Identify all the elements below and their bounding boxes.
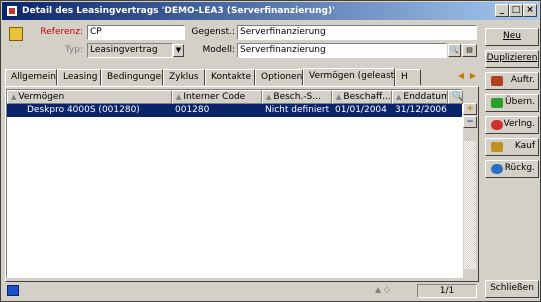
search-icon[interactable]: 🔍 bbox=[448, 44, 461, 57]
tab-scroll-right-icon[interactable]: ▶ bbox=[467, 70, 479, 83]
tab-bedingungen[interactable]: Bedingungen bbox=[101, 69, 163, 85]
duplicate-button[interactable]: Duplizieren bbox=[485, 50, 539, 68]
window-app-icon bbox=[6, 5, 18, 17]
col-vermoegen[interactable]: ▲ Vermögen bbox=[7, 90, 172, 104]
tab-vermoegen-geleast[interactable]: Vermögen (geleast) bbox=[303, 68, 395, 86]
lease-detail-window: Detail des Leasingvertrags 'DEMO-LEA3 (S… bbox=[0, 0, 541, 302]
add-row-button[interactable]: + bbox=[463, 103, 477, 115]
cell-beschaffung: 01/01/2004 bbox=[335, 105, 387, 115]
close-button[interactable]: × bbox=[523, 4, 537, 17]
tab-scroll-arrows: ◀ ▶ bbox=[455, 70, 479, 83]
tab-bar: Allgemein Leasing Bedingungen Zyklus Kon… bbox=[5, 68, 479, 86]
tab-leasing[interactable]: Leasing bbox=[57, 69, 101, 85]
assets-table: ▲ Vermögen ▲ Interner Code ▲ Besch.-S... ▲ B… bbox=[6, 89, 463, 278]
order-icon bbox=[491, 76, 503, 86]
navigation-arrows-icon[interactable]: ▲ ◇ bbox=[375, 285, 390, 294]
header-form: Referenz: CP Typ: Leasingvertrag ▼ Gegen… bbox=[5, 23, 479, 63]
cell-vermoegen: Deskpro 4000S (001280) bbox=[27, 105, 140, 115]
title-bar[interactable]: Detail des Leasingvertrags 'DEMO-LEA3 (S… bbox=[2, 2, 539, 20]
table-scrollbar[interactable] bbox=[464, 141, 476, 269]
col-besch-status[interactable]: ▲ Besch.-S... bbox=[262, 90, 332, 104]
status-bar: ▲ ◇ 1/1 bbox=[5, 283, 479, 299]
table-side-toolbar: + − bbox=[463, 89, 478, 278]
key-icon bbox=[9, 27, 23, 41]
record-pager: 1/1 bbox=[417, 284, 477, 298]
extend-button[interactable]: Verlng. bbox=[485, 116, 539, 134]
modell-field[interactable]: Serverfinanzierung bbox=[237, 43, 447, 58]
check-icon bbox=[491, 98, 503, 108]
tab-allgemein[interactable]: Allgemein bbox=[5, 69, 57, 85]
gegenst-label: Gegenst.: bbox=[191, 27, 235, 37]
return-icon bbox=[491, 164, 503, 174]
col-interner-code[interactable]: ▲ Interner Code bbox=[172, 90, 262, 104]
tab-kontakte[interactable]: Kontakte bbox=[205, 69, 255, 85]
typ-select[interactable]: Leasingvertrag bbox=[87, 43, 173, 58]
maximize-button[interactable]: □ bbox=[509, 4, 523, 17]
tab-scroll-left-icon[interactable]: ◀ bbox=[455, 70, 467, 83]
referenz-label: Referenz: bbox=[40, 27, 83, 37]
column-search-icon[interactable]: 🔍 bbox=[448, 90, 463, 104]
typ-dropdown-icon[interactable]: ▼ bbox=[173, 44, 184, 57]
remove-row-button[interactable]: − bbox=[463, 116, 477, 128]
cell-enddatum: 31/12/2006 bbox=[395, 105, 447, 115]
purchase-icon bbox=[491, 142, 503, 152]
table-header: ▲ Vermögen ▲ Interner Code ▲ Besch.-S... ▲ B… bbox=[7, 90, 463, 104]
return-button[interactable]: Rückg. bbox=[485, 160, 539, 178]
cell-besch-status: Nicht definiert bbox=[265, 105, 330, 115]
col-enddatum[interactable]: ▲ Enddatum bbox=[392, 90, 448, 104]
tab-optionen[interactable]: Optionen bbox=[255, 69, 303, 85]
tab-h[interactable]: H bbox=[395, 69, 421, 85]
extend-icon bbox=[491, 120, 503, 130]
referenz-field[interactable]: CP bbox=[87, 25, 185, 40]
order-button[interactable]: Auftr. bbox=[485, 72, 539, 90]
typ-label: Typ: bbox=[64, 45, 83, 55]
purchase-button[interactable]: Kauf bbox=[485, 138, 539, 156]
col-beschaffung[interactable]: ▲ Beschaff... bbox=[332, 90, 392, 104]
new-button[interactable]: Neu bbox=[485, 28, 539, 46]
minimize-button[interactable]: _ bbox=[495, 4, 509, 17]
window-title: Detail des Leasingvertrags 'DEMO-LEA3 (S… bbox=[22, 6, 335, 16]
window-controls: _ □ × bbox=[495, 4, 537, 17]
table-row[interactable]: Deskpro 4000S (001280) 001280 Nicht defi… bbox=[7, 104, 462, 117]
calendar-icon[interactable] bbox=[7, 285, 19, 296]
gegenst-field[interactable]: Serverfinanzierung bbox=[237, 25, 477, 40]
cell-interner-code: 001280 bbox=[175, 105, 210, 115]
action-sidebar: Neu Duplizieren Auftr. Übern. Verlng. Ka… bbox=[484, 23, 540, 301]
close-window-button[interactable]: Schließen bbox=[485, 280, 539, 298]
modell-label: Modell: bbox=[202, 45, 235, 55]
modell-menu-icon[interactable]: ▤ bbox=[462, 44, 477, 57]
tab-zyklus[interactable]: Zyklus bbox=[163, 69, 205, 85]
takeover-button[interactable]: Übern. bbox=[485, 94, 539, 112]
